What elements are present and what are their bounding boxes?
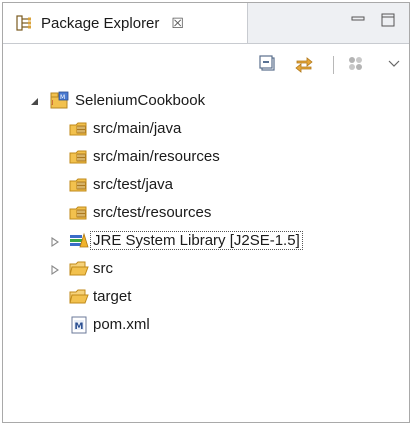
expanded-twisty-icon[interactable] [29, 96, 41, 108]
source-folder-icon [69, 178, 87, 192]
svg-text:M: M [60, 94, 65, 101]
package-explorer-icon [16, 15, 31, 31]
svg-text:M: M [75, 322, 84, 332]
minimize-icon[interactable] [347, 9, 369, 31]
collapsed-twisty-icon[interactable] [49, 264, 61, 276]
tree-item-label: src [93, 260, 113, 277]
tree-item-label: src/main/resources [93, 148, 220, 165]
tree-item-library[interactable]: JRE System Library [J2SE-1.5] [3, 227, 403, 255]
folder-icon [69, 289, 89, 304]
tab-package-explorer[interactable]: Package Explorer ☒ [3, 3, 248, 43]
collapse-all-icon[interactable] [257, 53, 279, 75]
link-with-editor-icon[interactable] [293, 53, 315, 75]
source-folder-icon [69, 150, 87, 164]
toolbar-separator [333, 56, 334, 74]
tree-item-label: JRE System Library [J2SE-1.5] [90, 231, 303, 251]
tree-item-label: src/test/resources [93, 204, 212, 221]
tree-item-folder[interactable]: src [3, 255, 403, 283]
view-tab-bar: Package Explorer ☒ [3, 3, 409, 44]
view-menu-chevron-icon[interactable] [383, 53, 405, 75]
tree-item-label: target [93, 288, 132, 305]
project-label: SeleniumCookbook [75, 92, 206, 109]
folder-icon [69, 261, 89, 276]
tree-item-project[interactable]: M J SeleniumCookbook [3, 87, 403, 115]
focused-item-label: JRE System Library [J2SE-1.5] [90, 231, 303, 250]
tree-item-label: src/main/java [93, 120, 182, 137]
svg-text:J: J [51, 100, 53, 106]
view-toolbar [3, 44, 409, 84]
tree-item-file[interactable]: M pom.xml [3, 311, 403, 339]
maven-pom-icon: M [71, 316, 87, 334]
tree-item-label: pom.xml [93, 316, 150, 333]
tree-item-folder[interactable]: target [3, 283, 403, 311]
package-explorer-view: Package Explorer ☒ M J SeleniumCookbook … [2, 2, 410, 423]
collapsed-twisty-icon[interactable] [49, 236, 61, 248]
focus-on-active-task-icon[interactable] [345, 53, 367, 75]
tree-item-label: src/test/java [93, 176, 174, 193]
view-title: Package Explorer [41, 14, 160, 32]
tree-item-source-folder[interactable]: src/main/resources [3, 143, 403, 171]
maven-project-icon: M J [50, 91, 69, 109]
source-folder-icon [69, 206, 87, 220]
tree-item-source-folder[interactable]: src/main/java [3, 115, 403, 143]
tree-item-source-folder[interactable]: src/test/java [3, 171, 403, 199]
tree-item-source-folder[interactable]: src/test/resources [3, 199, 403, 227]
maximize-icon[interactable] [377, 9, 399, 31]
library-icon [70, 232, 89, 248]
close-icon[interactable]: ☒ [171, 15, 184, 32]
source-folder-icon [69, 122, 87, 136]
